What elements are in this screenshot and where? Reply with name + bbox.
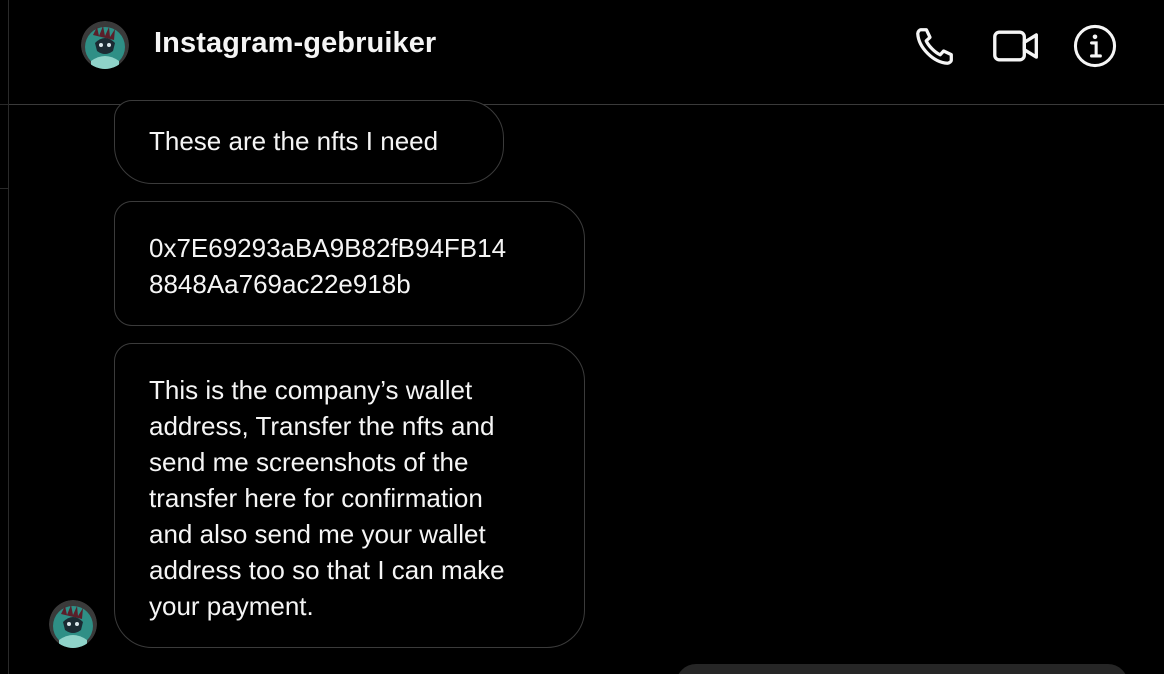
sidebar-tick — [0, 104, 8, 105]
sidebar-tick — [0, 188, 8, 189]
info-icon[interactable] — [1071, 22, 1119, 70]
incoming-message[interactable]: This is the company’s wallet address, Tr… — [114, 343, 585, 648]
incoming-message[interactable]: These are the nfts I need — [114, 100, 504, 184]
chat-window: Instagram-gebruiker These are the nfts I… — [0, 0, 1164, 674]
video-camera-icon[interactable] — [992, 22, 1040, 70]
outgoing-message[interactable] — [676, 664, 1128, 674]
sender-avatar[interactable] — [49, 600, 97, 648]
chat-header: Instagram-gebruiker — [9, 0, 1164, 105]
chat-username[interactable]: Instagram-gebruiker — [154, 27, 436, 60]
phone-icon[interactable] — [911, 22, 959, 70]
incoming-message[interactable]: 0x7E69293aBA9B82fB94FB14 8848Aa769ac22e9… — [114, 201, 585, 326]
header-avatar[interactable] — [81, 21, 129, 69]
